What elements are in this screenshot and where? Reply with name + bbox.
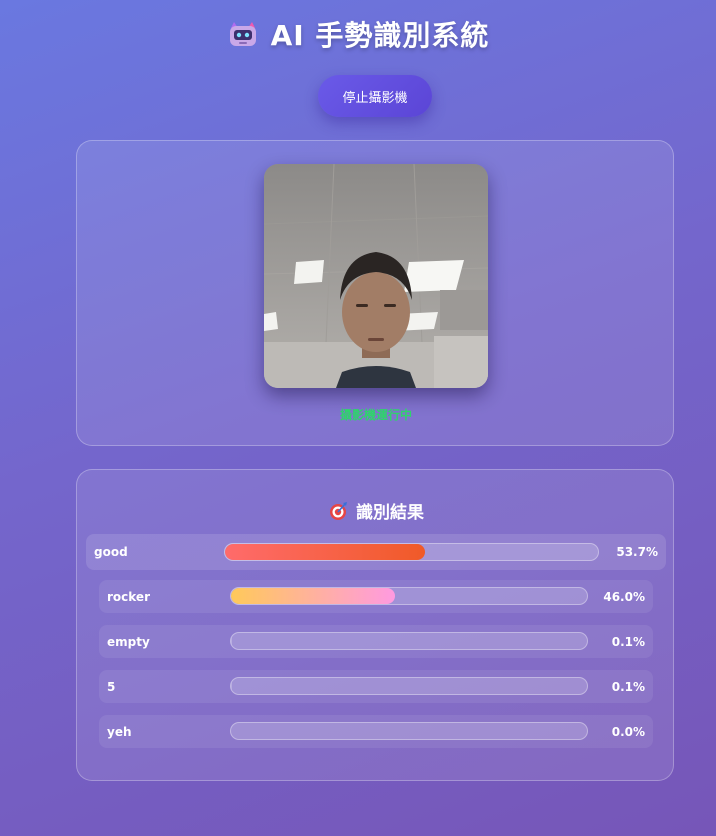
- result-label: empty: [107, 634, 150, 649]
- result-label: 5: [107, 679, 116, 694]
- result-progress-bar: [230, 722, 588, 740]
- result-label: good: [94, 545, 128, 559]
- result-progress-bar: [230, 587, 588, 605]
- result-progress-bar: [230, 632, 588, 650]
- camera-status: 攝影機運行中: [339, 408, 412, 422]
- camera-panel: 攝影機運行中: [76, 140, 674, 446]
- result-row-good: good 53.7%: [86, 534, 666, 570]
- result-row-empty: empty 0.1%: [99, 625, 653, 658]
- result-label: yeh: [107, 724, 132, 739]
- result-row-5: 5 0.1%: [99, 670, 653, 703]
- robot-icon: [229, 22, 256, 46]
- result-progress-fill: [225, 544, 426, 560]
- result-progress-bar: [224, 543, 599, 561]
- stop-camera-button[interactable]: 停止攝影機: [318, 75, 432, 117]
- results-header: 識別結果: [77, 498, 675, 523]
- result-row-rocker: rocker 46.0%: [99, 580, 653, 613]
- result-progress-bar: [230, 677, 588, 695]
- result-row-yeh: yeh 0.0%: [99, 715, 653, 748]
- result-percent: 53.7%: [616, 545, 658, 559]
- results-title: 識別結果: [356, 503, 424, 523]
- result-label: rocker: [107, 589, 150, 604]
- result-percent: 0.1%: [611, 634, 645, 649]
- video-frame: [264, 164, 488, 388]
- page-title: AI 手勢識別系統: [270, 19, 490, 52]
- result-percent: 46.0%: [603, 589, 645, 604]
- target-icon: [330, 501, 347, 520]
- page-header: AI 手勢識別系統: [0, 14, 716, 54]
- result-percent: 0.0%: [611, 724, 645, 739]
- camera-video: [264, 164, 488, 388]
- result-percent: 0.1%: [611, 679, 645, 694]
- result-progress-fill: [231, 588, 395, 604]
- results-panel: 識別結果 good 53.7% rocker 46.0% empty 0.1% …: [76, 469, 674, 781]
